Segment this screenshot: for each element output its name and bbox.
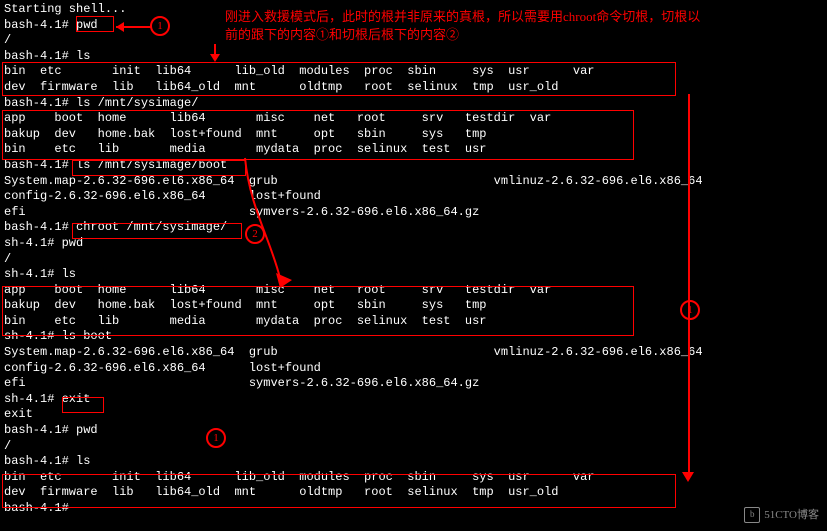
- term-line: bash-4.1#: [4, 501, 823, 517]
- term-line: config-2.6.32-696.el6.x86_64 lost+found: [4, 361, 823, 377]
- term-line: System.map-2.6.32-696.el6.x86_64 grub vm…: [4, 345, 823, 361]
- term-line: bakup dev home.bak lost+found mnt opt sb…: [4, 127, 823, 143]
- term-line: dev firmware lib lib64_old mnt oldtmp ro…: [4, 485, 823, 501]
- term-line: bin etc lib media mydata proc selinux te…: [4, 314, 823, 330]
- term-line: bash-4.1# ls /mnt/sysimage/: [4, 96, 823, 112]
- term-line: app boot home lib64 misc net root srv te…: [4, 111, 823, 127]
- term-line: bash-4.1# chroot /mnt/sysimage/: [4, 220, 823, 236]
- term-line: efi symvers-2.6.32-696.el6.x86_64.gz: [4, 376, 823, 392]
- term-line: exit: [4, 407, 823, 423]
- term-line: bash-4.1# pwd: [4, 423, 823, 439]
- arrow-anno-down: [200, 44, 230, 64]
- arrow-2-svg: [240, 158, 300, 286]
- term-line: System.map-2.6.32-696.el6.x86_64 grub vm…: [4, 174, 823, 190]
- term-line: dev firmware lib lib64_old mnt oldtmp ro…: [4, 80, 823, 96]
- term-line: bash-4.1# ls /mnt/sysimage/boot: [4, 158, 823, 174]
- term-line: app boot home lib64 misc net root srv te…: [4, 283, 823, 299]
- terminal-output: Starting shell... bash-4.1# pwd / bash-4…: [0, 0, 827, 519]
- watermark: b 51CTO博客: [744, 507, 819, 523]
- watermark-icon: b: [744, 507, 760, 523]
- term-line: sh-4.1# exit: [4, 392, 823, 408]
- term-line: efi symvers-2.6.32-696.el6.x86_64.gz: [4, 205, 823, 221]
- term-line: bakup dev home.bak lost+found mnt opt sb…: [4, 298, 823, 314]
- term-line: config-2.6.32-696.el6.x86_64 lost+found: [4, 189, 823, 205]
- circle-1-bottom: 1: [206, 428, 226, 448]
- term-line: /: [4, 252, 823, 268]
- term-line: sh-4.1# pwd: [4, 236, 823, 252]
- term-line: sh-4.1# ls boot: [4, 329, 823, 345]
- term-line: bash-4.1# ls: [4, 454, 823, 470]
- term-line: sh-4.1# ls: [4, 267, 823, 283]
- arrow-pwd: [114, 20, 152, 34]
- circle-2-mid: 2: [245, 224, 265, 244]
- watermark-text: 51CTO博客: [764, 508, 819, 522]
- circle-1-top: 1: [150, 16, 170, 36]
- arrow-1-head: [682, 472, 694, 482]
- term-line: bash-4.1# ls: [4, 49, 823, 65]
- arrow-1-line: [688, 94, 690, 474]
- term-line: bin etc lib media mydata proc selinux te…: [4, 142, 823, 158]
- term-line: bin etc init lib64 lib_old modules proc …: [4, 470, 823, 486]
- annotation-text: 刚进入救援模式后，此时的根并非原来的真根，所以需要用chroot命令切根，切根以…: [225, 8, 710, 44]
- term-line: bin etc init lib64 lib_old modules proc …: [4, 64, 823, 80]
- term-line: /: [4, 439, 823, 455]
- circle-1-right: 1: [680, 300, 700, 320]
